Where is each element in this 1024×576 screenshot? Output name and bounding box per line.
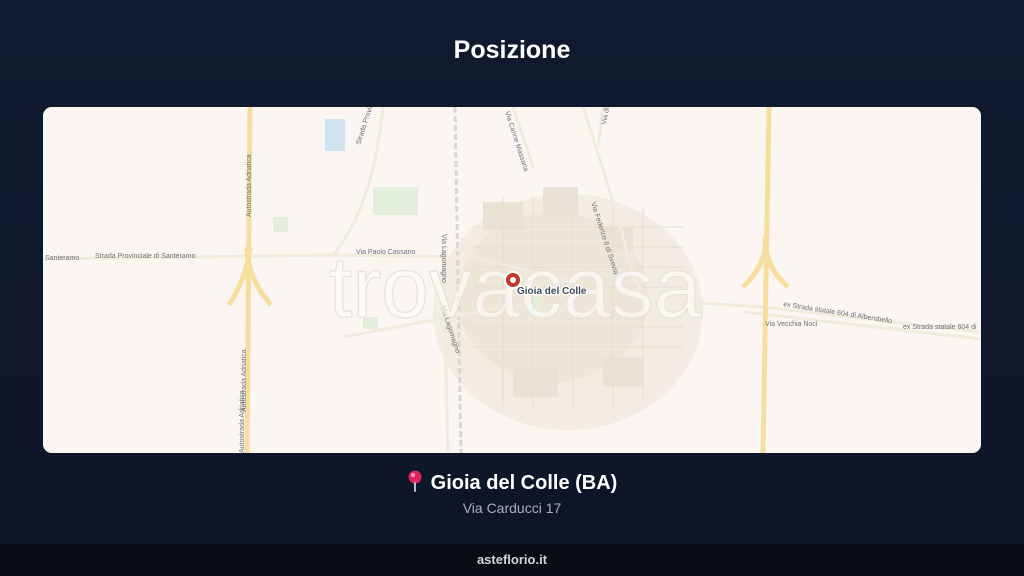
location-address: Via Carducci 17 (462, 500, 562, 516)
label-autostrada-3: Autostrada Adriatica (239, 390, 246, 453)
label-santeramo: Santeramo (45, 255, 79, 262)
location-city: Gioia del Colle (BA) (430, 472, 618, 494)
location-title: Gioia del Colle (BA) (0, 470, 1024, 498)
water-basin (325, 119, 345, 151)
map-pin-icon (407, 470, 423, 498)
footer: asteflorio.it (0, 544, 1024, 576)
label-sp-santeramo: Strada Provinciale di Santeramo (95, 253, 195, 260)
map-view[interactable]: Santeramo Strada Provinciale di Santeram… (43, 107, 981, 453)
footer-site[interactable]: asteflorio.it (477, 552, 547, 567)
page-title: Posizione (453, 36, 571, 64)
label-vecchia-noci: Via Vecchia Noci (765, 321, 818, 328)
map-canvas[interactable]: Santeramo Strada Provinciale di Santeram… (43, 107, 981, 453)
marker-label: Gioia del Colle (517, 286, 587, 297)
label-autostrada-1: Autostrada Adriatica (246, 154, 253, 217)
label-ss604-2: ex Strada statale 604 di (903, 324, 977, 331)
